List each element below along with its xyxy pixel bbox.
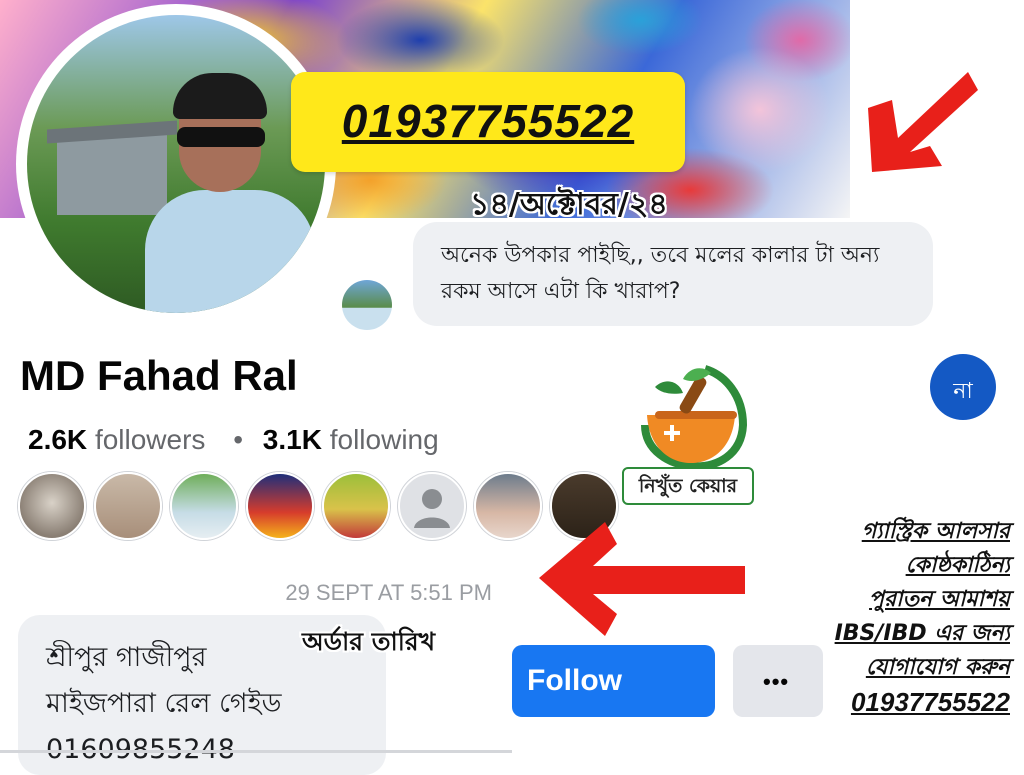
ad-line-5: যোগাযোগ করুন [865,655,1010,680]
friend-avatar[interactable] [94,472,162,540]
followers-label[interactable]: followers [95,424,205,455]
profile-stats: 2.6K followers • 3.1K following [28,424,439,456]
following-count[interactable]: 3.1K [263,424,322,455]
na-button[interactable]: না [930,354,996,420]
message-timestamp: 29 SEPT AT 5:51 PM [285,580,492,605]
na-button-label: না [953,378,973,403]
avatar-person-hair [173,73,267,119]
ad-line-1: গ্যাস্ট্রিক আলসার [861,519,1010,544]
comment-text: অনেক উপকার পাইছি,, তবে মলের কালার টা অন্… [441,243,880,304]
friend-avatar-placeholder[interactable] [398,472,466,540]
profile-name[interactable]: MD Fahad Ral [20,352,298,400]
commenter-avatar[interactable] [342,280,392,330]
order-date-overlay: অর্ডার তারিখ [302,627,436,656]
friend-avatar[interactable] [170,472,238,540]
ad-phone-number: 01937755522 [850,687,1010,717]
avatar-sunglasses [177,127,265,147]
divider [0,750,512,753]
top-right-arrow-icon [868,72,978,172]
avatar-background-shed [57,135,167,215]
followers-count[interactable]: 2.6K [28,424,87,455]
brand-name: নিখুঁত কেয়ার [622,467,754,505]
follow-button[interactable]: Follow [512,645,715,717]
comment-bubble: অনেক উপকার পাইছি,, তবে মলের কালার টা অন্… [413,222,933,326]
phone-number-text: 01937755522 [341,95,635,147]
phone-number-banner: 01937755522 [291,72,685,172]
ad-line-3: পুরাতন আমাশয় [869,587,1010,612]
friend-avatar[interactable] [18,472,86,540]
stats-separator: • [233,424,244,455]
left-arrow-icon [539,522,745,636]
default-user-icon [414,489,450,528]
following-label[interactable]: following [330,424,439,455]
friend-avatar[interactable] [246,472,314,540]
follow-button-label: Follow [527,664,622,697]
profile-avatar[interactable] [27,15,325,313]
ad-line-4: IBS/IBD এর জন্য [834,621,1010,646]
avatar-person-body [145,190,315,313]
ad-line-2: কোষ্ঠকাঠিন্য [905,553,1010,578]
ad-text-block: গ্যাস্ট্রিক আলসার কোষ্ঠকাঠিন্য পুরাতন আম… [748,515,1010,719]
friend-avatar[interactable] [322,472,390,540]
address-line-2: মাইজপারা রেল গেইড [46,688,282,719]
friend-avatar[interactable] [474,472,542,540]
